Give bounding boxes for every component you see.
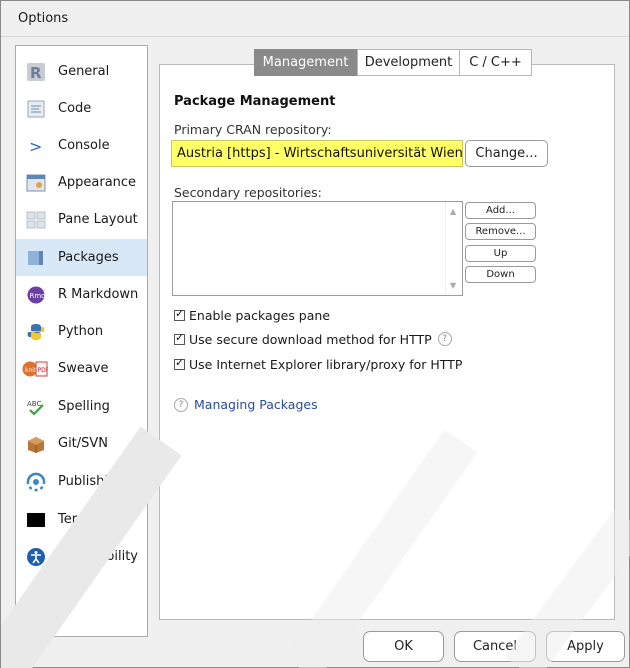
sidebar-item-git-svn[interactable]: Git/SVN bbox=[16, 425, 147, 462]
accessibility-icon bbox=[26, 547, 46, 567]
secondary-repos-label: Secondary repositories: bbox=[174, 185, 322, 200]
svg-text:>: > bbox=[29, 137, 42, 156]
r-logo-icon: R bbox=[26, 62, 46, 82]
secure-download-option[interactable]: Use secure download method for HTTP ? bbox=[174, 330, 452, 348]
sidebar-item-code[interactable]: Code bbox=[16, 90, 147, 127]
sidebar-item-console[interactable]: > Console bbox=[16, 127, 147, 164]
ie-proxy-option[interactable]: Use Internet Explorer library/proxy for … bbox=[174, 355, 462, 373]
code-icon bbox=[26, 99, 46, 119]
sidebar-item-rmarkdown[interactable]: Rmd R Markdown bbox=[16, 276, 147, 313]
add-button[interactable]: Add... bbox=[465, 202, 536, 219]
window-title: Options bbox=[18, 11, 69, 26]
change-button[interactable]: Change... bbox=[465, 140, 548, 167]
cran-repository-field[interactable]: Austria [https] - Wirtschaftsuniversität… bbox=[171, 140, 463, 167]
secure-download-checkbox[interactable] bbox=[174, 331, 185, 345]
svg-text:ABC: ABC bbox=[27, 400, 41, 408]
svg-text:PDF: PDF bbox=[38, 367, 49, 374]
git-icon bbox=[26, 434, 46, 454]
title-bar: Options bbox=[1, 1, 629, 37]
svg-text:R: R bbox=[30, 64, 42, 82]
managing-packages-link[interactable]: ? Managing Packages bbox=[174, 397, 318, 412]
tab-development[interactable]: Development bbox=[357, 49, 460, 76]
secondary-repos-list[interactable]: ▲ ▼ bbox=[172, 201, 463, 296]
sidebar-item-sweave[interactable]: knit PDF Sweave bbox=[16, 350, 147, 387]
sidebar-item-general[interactable]: R General bbox=[16, 53, 147, 90]
tab-c-cpp[interactable]: C / C++ bbox=[459, 49, 532, 76]
publishing-icon bbox=[26, 472, 46, 492]
remove-button[interactable]: Remove... bbox=[465, 223, 536, 240]
options-dialog: Options R General Code > Console Appeara… bbox=[0, 0, 630, 668]
svg-text:knit: knit bbox=[25, 367, 37, 374]
sidebar-item-packages[interactable]: Packages bbox=[16, 239, 147, 276]
terminal-icon bbox=[26, 510, 46, 530]
up-button[interactable]: Up bbox=[465, 245, 536, 262]
pane-layout-icon bbox=[26, 210, 46, 230]
sidebar-item-python[interactable]: Python bbox=[16, 313, 147, 350]
down-button[interactable]: Down bbox=[465, 266, 536, 283]
section-title: Package Management bbox=[174, 94, 336, 109]
ie-proxy-checkbox[interactable] bbox=[174, 356, 185, 370]
help-icon[interactable]: ? bbox=[437, 332, 452, 346]
packages-icon bbox=[26, 248, 46, 268]
sidebar-item-publishing[interactable]: Publishing bbox=[16, 463, 147, 500]
sidebar-item-pane-layout[interactable]: Pane Layout bbox=[16, 201, 147, 238]
sidebar-item-appearance[interactable]: Appearance bbox=[16, 164, 147, 201]
appearance-icon bbox=[26, 173, 46, 193]
ok-button[interactable]: OK bbox=[363, 631, 444, 662]
scroll-up-icon[interactable]: ▲ bbox=[450, 207, 456, 216]
sidebar-item-spelling[interactable]: ABC Spelling bbox=[16, 388, 147, 425]
sidebar: R General Code > Console Appearance Pane… bbox=[15, 45, 148, 637]
sidebar-item-accessibility[interactable]: Accessibility bbox=[16, 538, 147, 575]
tab-management[interactable]: Management bbox=[254, 49, 357, 76]
sweave-icon: knit PDF bbox=[22, 359, 48, 379]
enable-packages-pane-checkbox[interactable] bbox=[174, 307, 185, 321]
help-icon: ? bbox=[174, 397, 188, 412]
rmarkdown-icon: Rmd bbox=[26, 285, 46, 305]
sidebar-item-terminal[interactable]: Terminal bbox=[16, 501, 147, 538]
cran-label: Primary CRAN repository: bbox=[174, 122, 332, 137]
enable-packages-pane-option[interactable]: Enable packages pane bbox=[174, 306, 330, 324]
cancel-button[interactable]: Cancel bbox=[454, 631, 536, 662]
svg-text:Rmd: Rmd bbox=[30, 292, 46, 300]
spelling-icon: ABC bbox=[26, 397, 46, 417]
python-icon bbox=[26, 322, 46, 342]
console-icon: > bbox=[26, 136, 46, 156]
apply-button[interactable]: Apply bbox=[546, 631, 625, 662]
secondary-repos-scrollbar[interactable]: ▲ ▼ bbox=[445, 202, 462, 295]
scroll-down-icon[interactable]: ▼ bbox=[450, 281, 456, 290]
